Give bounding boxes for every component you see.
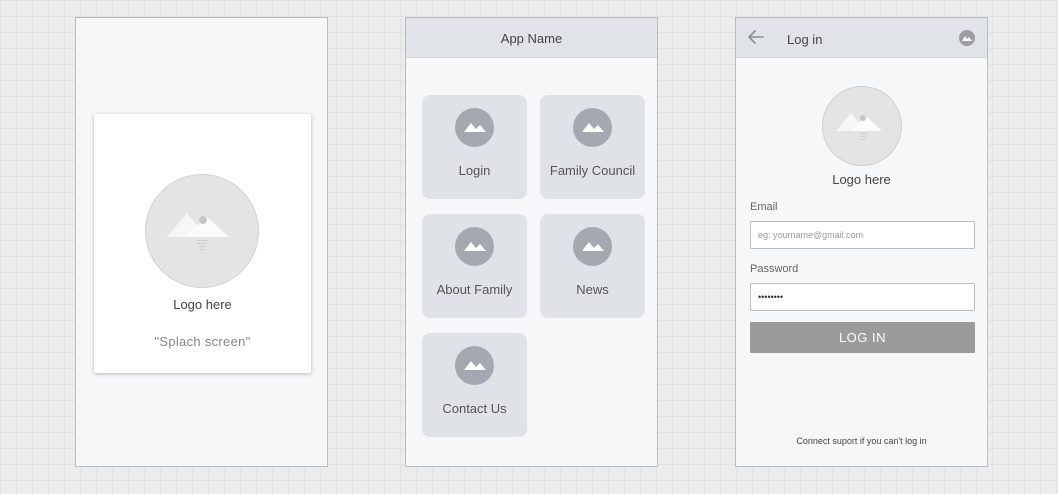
tile-contact-us[interactable]: Contact Us [422,333,527,437]
back-arrow-icon[interactable] [748,30,764,44]
login-screen: Log in Logo here Email Password LOG IN F… [735,17,988,467]
app-bar: Log in [736,18,987,58]
image-placeholder-icon [455,346,494,385]
app-title: App Name [500,31,563,46]
support-text: Connect suport if you can't log in [796,436,927,446]
image-placeholder-icon [573,108,612,147]
splash-subtitle: "Splach screen" [154,334,251,349]
tile-about-family[interactable]: About Family [422,214,527,318]
page-title: Log in [787,32,823,47]
forgot-password-link[interactable]: Forgot your password? [750,374,975,386]
password-label: Password [750,263,799,275]
logo-label: Logo here [832,172,891,187]
email-label: Email [750,201,778,213]
email-field[interactable] [750,221,975,249]
tile-label: About Family [436,282,513,297]
tile-family-council[interactable]: Family Council [540,95,645,199]
avatar-icon[interactable] [959,30,975,46]
tile-login[interactable]: Login [422,95,527,199]
app-bar: App Name [406,18,657,58]
logo-placeholder [822,86,902,166]
logo-label: Logo here [173,297,232,312]
image-placeholder-icon [836,113,882,140]
image-placeholder-icon [167,213,229,251]
tile-label: Login [458,163,491,178]
tile-label: News [576,282,609,297]
image-placeholder-icon [573,227,612,266]
tile-news[interactable]: News [540,214,645,318]
home-screen: App Name Login Family Council About Fami… [405,17,658,467]
tile-label: Family Council [549,163,636,178]
tile-label: Contact Us [442,401,507,416]
splash-screen: Logo here "Splach screen" [75,17,328,467]
image-placeholder-icon [455,227,494,266]
splash-card: Logo here "Splach screen" [94,114,311,373]
password-field[interactable] [750,283,975,311]
image-placeholder-icon [455,108,494,147]
logo-placeholder [145,174,259,288]
login-button[interactable]: LOG IN [750,322,975,353]
